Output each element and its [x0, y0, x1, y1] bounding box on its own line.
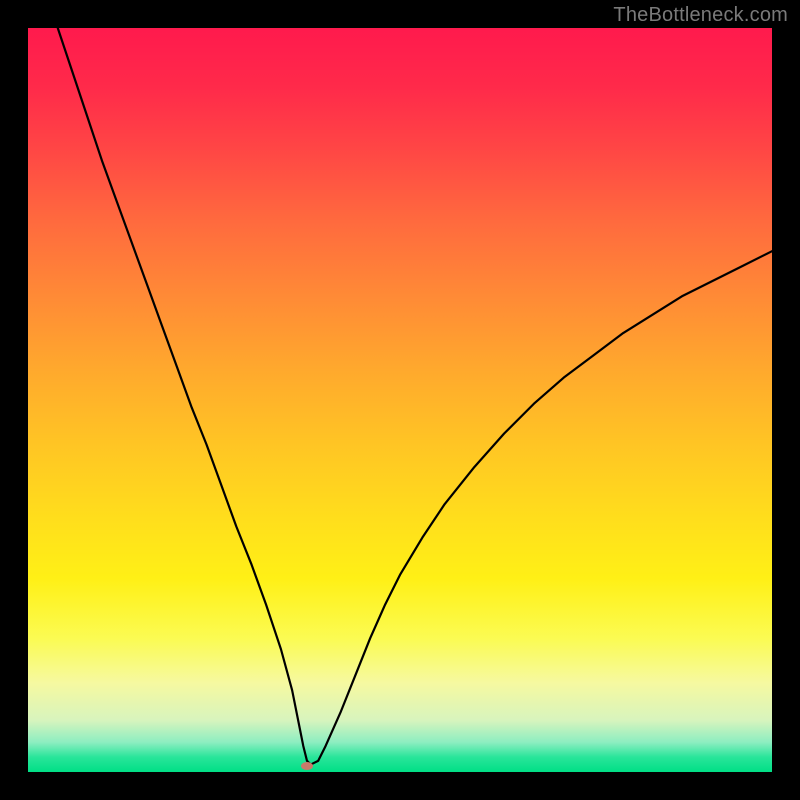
plot-area — [28, 28, 772, 772]
watermark-text: TheBottleneck.com — [613, 4, 788, 27]
bottleneck-curve — [28, 28, 772, 772]
chart-frame: TheBottleneck.com — [0, 0, 800, 800]
